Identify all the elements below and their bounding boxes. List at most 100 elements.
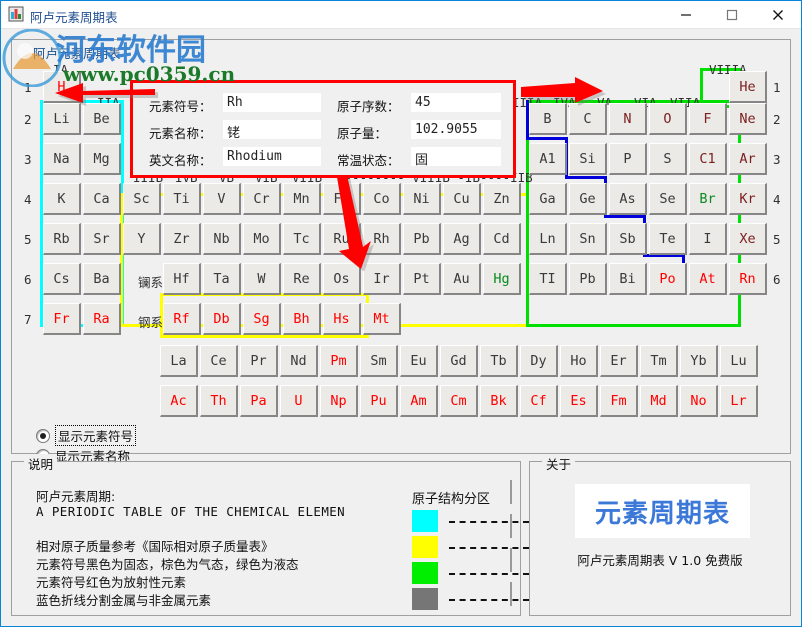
atomic-mass-field[interactable]: 102.9055 <box>411 120 501 139</box>
actinide-cell-lr[interactable]: Lr <box>720 385 758 417</box>
actinide-cell-th[interactable]: Th <box>200 385 238 417</box>
element-cell-rh-9-5[interactable]: Rh <box>363 223 401 255</box>
lanthanide-cell-la[interactable]: La <box>160 345 198 377</box>
english-name-field[interactable]: Rhodium <box>223 147 321 166</box>
lanthanide-cell-sm[interactable]: Sm <box>360 345 398 377</box>
atomic-number-field[interactable]: 45 <box>411 93 501 112</box>
actinide-cell-no[interactable]: No <box>680 385 718 417</box>
element-cell-ba-2-6[interactable]: Ba <box>83 263 121 295</box>
element-cell-hg-12-6[interactable]: Hg <box>483 263 521 295</box>
element-cell-sg-6-7[interactable]: Sg <box>243 303 281 335</box>
element-cell-he-18-1[interactable]: He <box>729 71 767 103</box>
element-cell-tc-7-5[interactable]: Tc <box>283 223 321 255</box>
element-cell-bh-7-7[interactable]: Bh <box>283 303 321 335</box>
element-cell-sc-3-4[interactable]: Sc <box>123 183 161 215</box>
element-cell-rb-1-5[interactable]: Rb <box>43 223 81 255</box>
element-cell-h-1-1[interactable]: H <box>43 71 81 103</box>
element-cell-li-1-2[interactable]: Li <box>43 103 81 135</box>
element-cell-mo-6-5[interactable]: Mo <box>243 223 281 255</box>
element-cell-rf-4-7[interactable]: Rf <box>163 303 201 335</box>
element-cell-ni-10-4[interactable]: Ni <box>403 183 441 215</box>
element-cell-cu-11-4[interactable]: Cu <box>443 183 481 215</box>
lanthanide-cell-er[interactable]: Er <box>600 345 638 377</box>
maximize-button[interactable] <box>709 1 755 28</box>
element-cell-s-16-3[interactable]: S <box>649 143 687 175</box>
actinide-cell-u[interactable]: U <box>280 385 318 417</box>
lanthanide-cell-tb[interactable]: Tb <box>480 345 518 377</box>
state-field[interactable]: 固 <box>411 147 501 166</box>
element-cell-ti-4-4[interactable]: Ti <box>163 183 201 215</box>
element-cell-pt-10-6[interactable]: Pt <box>403 263 441 295</box>
lanthanide-cell-pm[interactable]: Pm <box>320 345 358 377</box>
element-cell-o-16-2[interactable]: O <box>649 103 687 135</box>
lanthanide-cell-ho[interactable]: Ho <box>560 345 598 377</box>
lanthanide-cell-nd[interactable]: Nd <box>280 345 318 377</box>
lanthanide-cell-ce[interactable]: Ce <box>200 345 238 377</box>
element-cell-po-16-6[interactable]: Po <box>649 263 687 295</box>
element-cell-kr-18-4[interactable]: Kr <box>729 183 767 215</box>
element-cell-sr-2-5[interactable]: Sr <box>83 223 121 255</box>
element-cell-ga-13-4[interactable]: Ga <box>529 183 567 215</box>
element-cell-hs-8-7[interactable]: Hs <box>323 303 361 335</box>
element-cell-at-17-6[interactable]: At <box>689 263 727 295</box>
element-cell-be-2-2[interactable]: Be <box>83 103 121 135</box>
element-cell-w-6-6[interactable]: W <box>243 263 281 295</box>
element-cell-au-11-6[interactable]: Au <box>443 263 481 295</box>
element-cell-si-14-3[interactable]: Si <box>569 143 607 175</box>
element-cell-ta-5-6[interactable]: Ta <box>203 263 241 295</box>
element-cell-cs-1-6[interactable]: Cs <box>43 263 81 295</box>
element-cell-i-17-5[interactable]: I <box>689 223 727 255</box>
element-cell-k-1-4[interactable]: K <box>43 183 81 215</box>
symbol-field[interactable]: Rh <box>223 93 321 112</box>
element-cell-db-5-7[interactable]: Db <box>203 303 241 335</box>
element-cell-c1-17-3[interactable]: C1 <box>689 143 727 175</box>
lanthanide-cell-tm[interactable]: Tm <box>640 345 678 377</box>
actinide-cell-cm[interactable]: Cm <box>440 385 478 417</box>
element-cell-hf-4-6[interactable]: Hf <box>163 263 201 295</box>
lanthanide-cell-eu[interactable]: Eu <box>400 345 438 377</box>
element-cell-ag-11-5[interactable]: Ag <box>443 223 481 255</box>
element-cell-mn-7-4[interactable]: Mn <box>283 183 321 215</box>
element-cell-se-16-4[interactable]: Se <box>649 183 687 215</box>
actinide-cell-np[interactable]: Np <box>320 385 358 417</box>
element-cell-mt-9-7[interactable]: Mt <box>363 303 401 335</box>
lanthanide-cell-lu[interactable]: Lu <box>720 345 758 377</box>
name-field[interactable]: 铑 <box>223 120 321 139</box>
element-cell-ar-18-3[interactable]: Ar <box>729 143 767 175</box>
element-cell-xe-18-5[interactable]: Xe <box>729 223 767 255</box>
element-cell-sn-14-5[interactable]: Sn <box>569 223 607 255</box>
element-cell-ge-14-4[interactable]: Ge <box>569 183 607 215</box>
element-cell-co-9-4[interactable]: Co <box>363 183 401 215</box>
element-cell-os-8-6[interactable]: Os <box>323 263 361 295</box>
element-cell-zn-12-4[interactable]: Zn <box>483 183 521 215</box>
element-cell-bi-15-6[interactable]: Bi <box>609 263 647 295</box>
element-cell-pb-10-5[interactable]: Pb <box>403 223 441 255</box>
element-cell-sb-15-5[interactable]: Sb <box>609 223 647 255</box>
element-cell-rn-18-6[interactable]: Rn <box>729 263 767 295</box>
actinide-cell-bk[interactable]: Bk <box>480 385 518 417</box>
element-cell-zr-4-5[interactable]: Zr <box>163 223 201 255</box>
element-cell-v-5-4[interactable]: V <box>203 183 241 215</box>
element-cell-fr-1-7[interactable]: Fr <box>43 303 81 335</box>
lanthanide-cell-yb[interactable]: Yb <box>680 345 718 377</box>
element-cell-pb-14-6[interactable]: Pb <box>569 263 607 295</box>
close-button[interactable] <box>755 1 801 28</box>
actinide-cell-pa[interactable]: Pa <box>240 385 278 417</box>
element-cell-c-14-2[interactable]: C <box>569 103 607 135</box>
element-cell-a1-13-3[interactable]: A1 <box>529 143 567 175</box>
minimize-button[interactable] <box>663 1 709 28</box>
element-cell-ir-9-6[interactable]: Ir <box>363 263 401 295</box>
element-cell-nb-5-5[interactable]: Nb <box>203 223 241 255</box>
actinide-cell-md[interactable]: Md <box>640 385 678 417</box>
lanthanide-cell-dy[interactable]: Dy <box>520 345 558 377</box>
element-cell-ru-8-5[interactable]: Ru <box>323 223 361 255</box>
element-cell-ln-13-5[interactable]: Ln <box>529 223 567 255</box>
element-cell-p-15-3[interactable]: P <box>609 143 647 175</box>
element-cell-y-3-5[interactable]: Y <box>123 223 161 255</box>
element-cell-f-17-2[interactable]: F <box>689 103 727 135</box>
element-cell-ra-2-7[interactable]: Ra <box>83 303 121 335</box>
element-cell-ne-18-2[interactable]: Ne <box>729 103 767 135</box>
element-cell-as-15-4[interactable]: As <box>609 183 647 215</box>
element-cell-fe-8-4[interactable]: Fe <box>323 183 361 215</box>
element-cell-br-17-4[interactable]: Br <box>689 183 727 215</box>
